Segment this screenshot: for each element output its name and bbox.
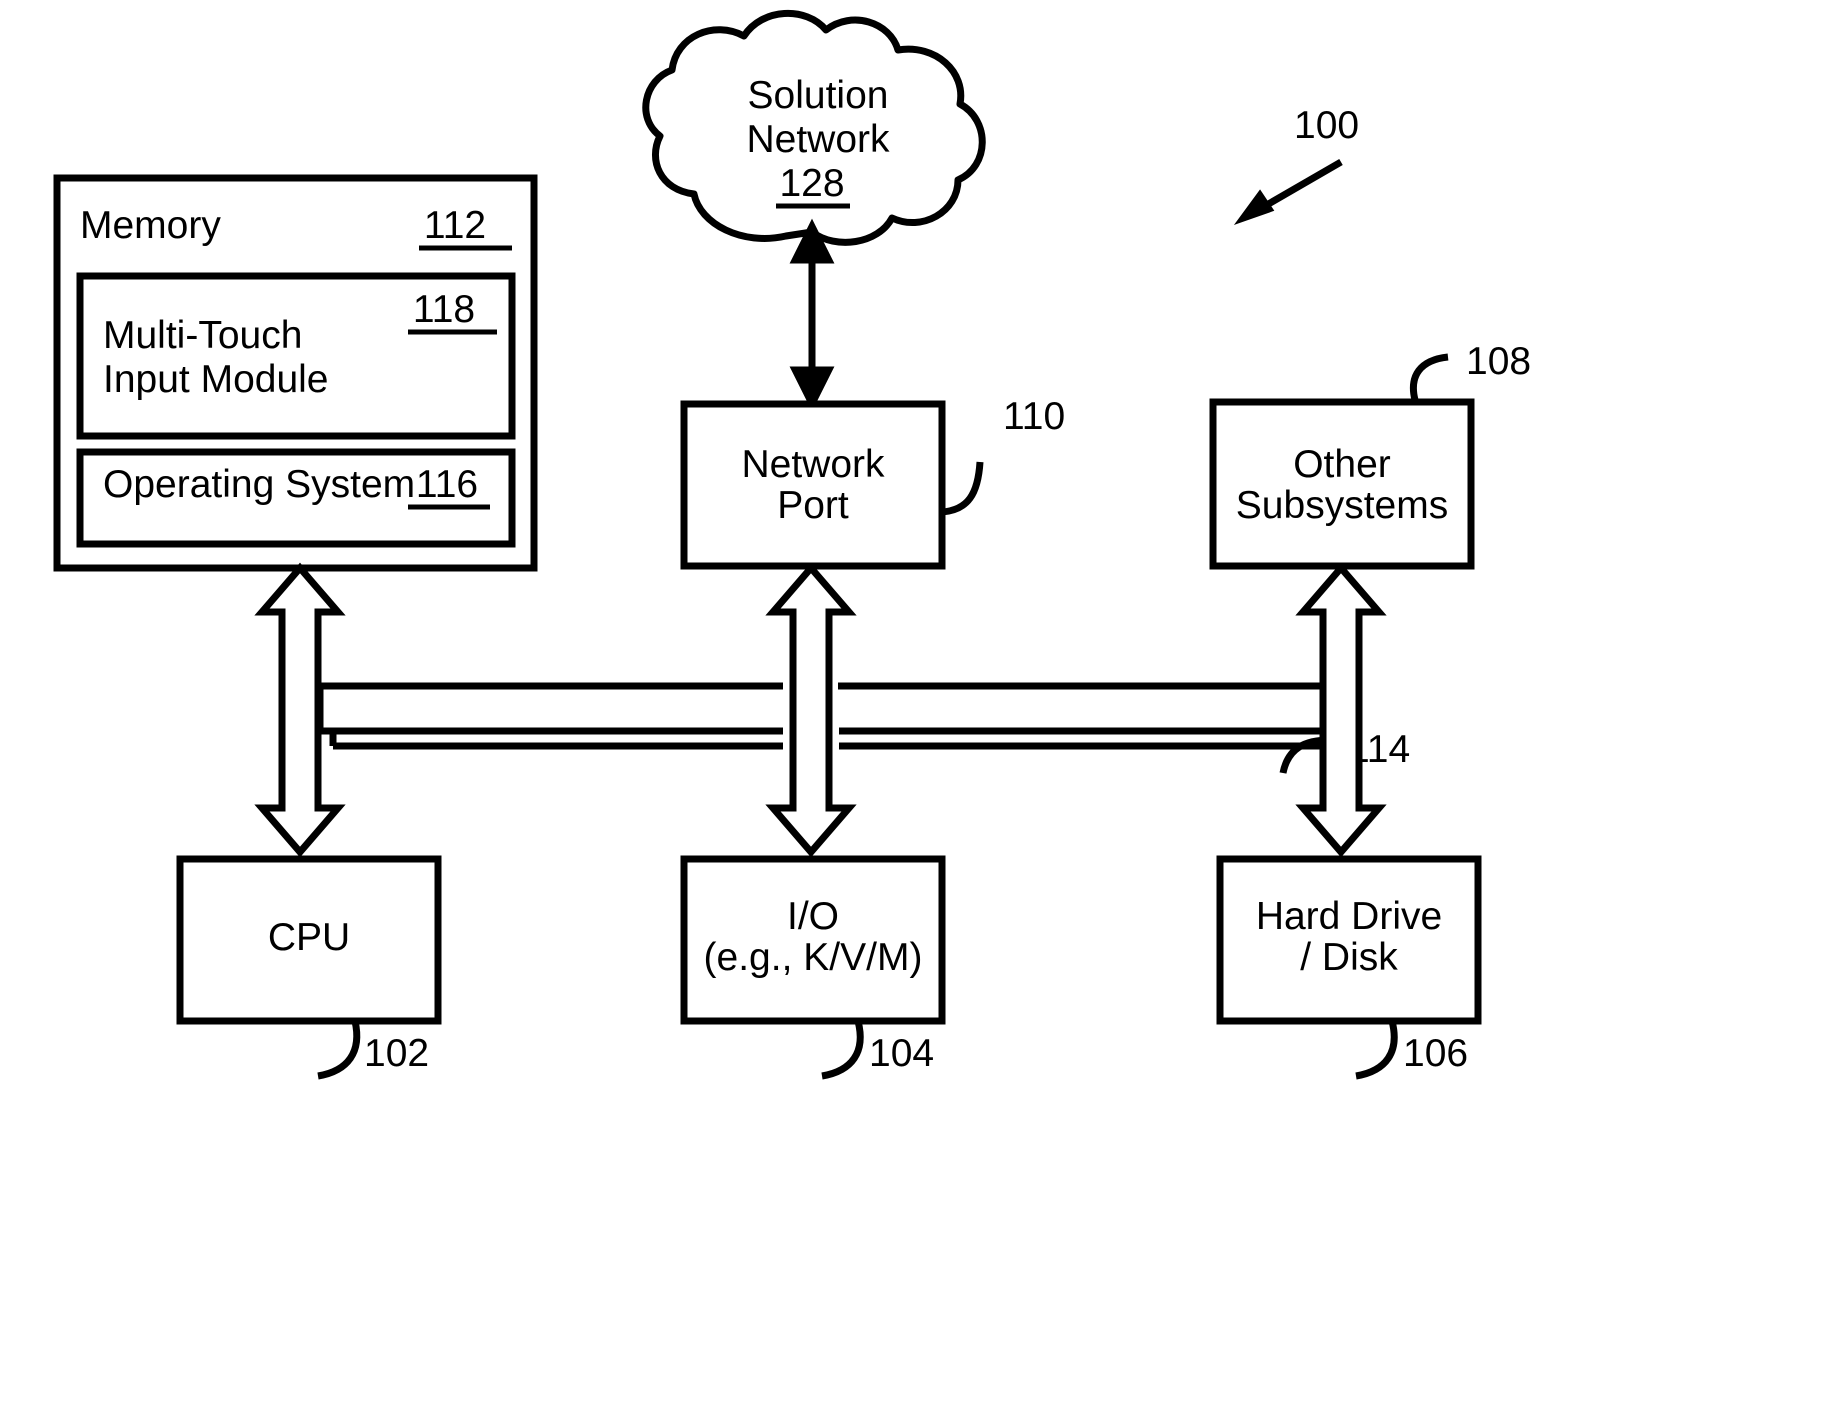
- diagram-svg: Memory 112 Multi-Touch Input Module 118 …: [0, 0, 1846, 1404]
- hard-drive-line2: / Disk: [1300, 936, 1398, 979]
- memory-ref: 112: [424, 204, 486, 247]
- io-box: I/O (e.g., K/V/M): [680, 855, 946, 1025]
- memory-box: Memory 112 Multi-Touch Input Module 118 …: [53, 174, 538, 572]
- cpu-label: CPU: [268, 916, 350, 959]
- network-port-box: Network Port: [680, 400, 946, 570]
- hard-drive-ref: 106: [1403, 1032, 1468, 1075]
- network-port-ref: 110: [1003, 395, 1065, 438]
- network-port-line2: Port: [777, 484, 849, 527]
- cpu-ref: 102: [364, 1032, 429, 1075]
- multi-touch-ref: 118: [413, 288, 475, 331]
- other-subsystems-line2: Subsystems: [1236, 484, 1448, 527]
- hard-drive-line1: Hard Drive: [1256, 895, 1442, 938]
- network-port-line1: Network: [741, 443, 885, 486]
- multi-touch-line2: Input Module: [103, 358, 329, 401]
- solution-network-line2: Network: [746, 118, 890, 161]
- io-line2: (e.g., K/V/M): [704, 936, 923, 979]
- io-line1: I/O: [787, 895, 839, 938]
- other-subsystems-ref: 108: [1466, 340, 1531, 383]
- solution-network-line1: Solution: [748, 74, 889, 117]
- figure-ref-label: 100: [1294, 104, 1359, 147]
- io-ref: 104: [869, 1032, 934, 1075]
- other-subsystems-line1: Other: [1293, 443, 1391, 486]
- cpu-box: CPU: [176, 855, 442, 1025]
- memory-label: Memory: [80, 204, 221, 247]
- multi-touch-line1: Multi-Touch: [103, 314, 302, 357]
- hard-drive-box: Hard Drive / Disk: [1216, 855, 1482, 1025]
- operating-system-label: Operating System: [103, 463, 415, 506]
- solution-network-ref: 128: [779, 162, 844, 205]
- patent-figure-canvas: Memory 112 Multi-Touch Input Module 118 …: [0, 0, 1846, 1404]
- other-subsystems-box: Other Subsystems: [1209, 398, 1475, 570]
- operating-system-ref: 116: [416, 463, 478, 506]
